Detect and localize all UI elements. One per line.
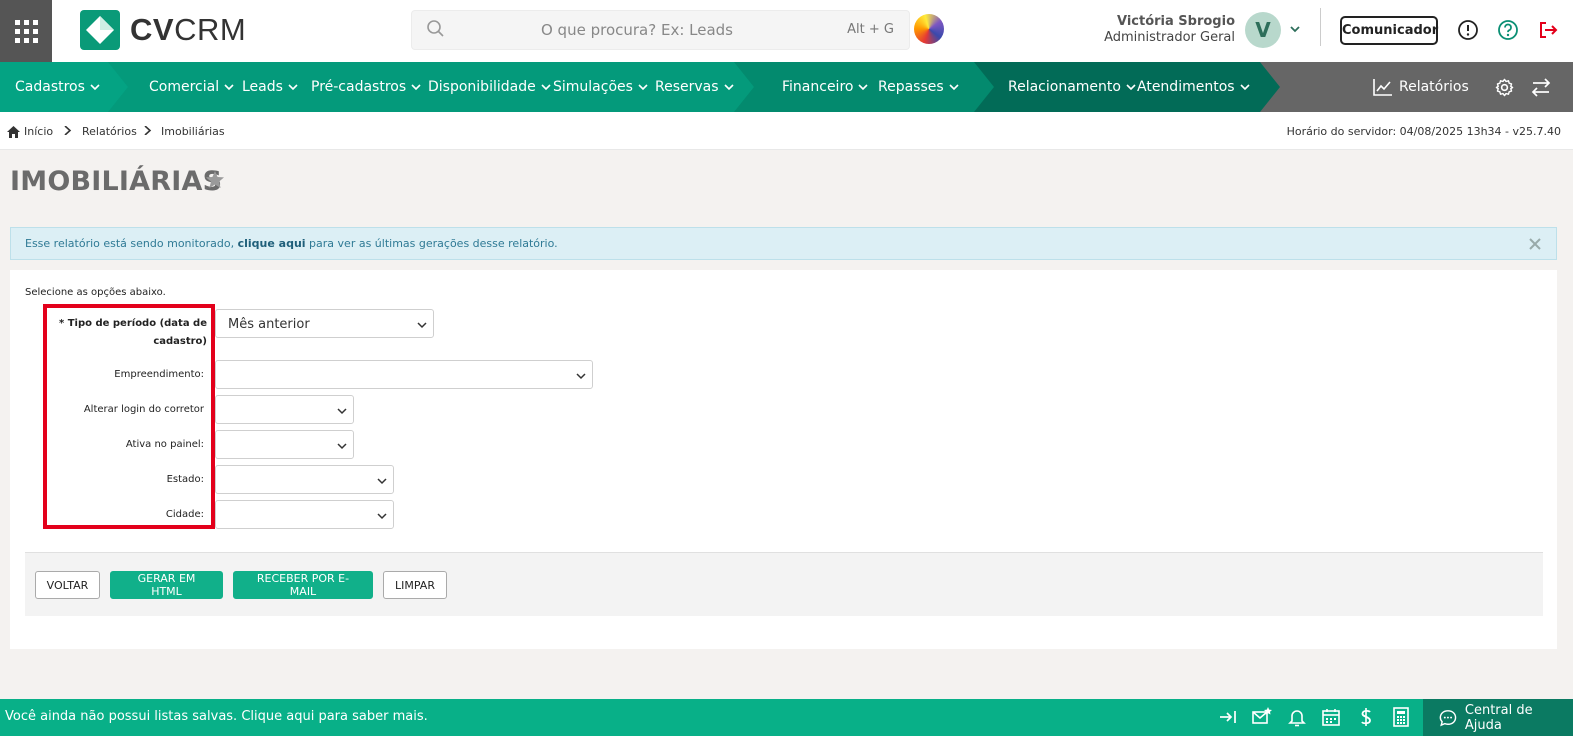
search-shortcut-hint: Alt + G	[847, 22, 894, 37]
send-email-button[interactable]: RECEBER POR E-MAIL	[233, 571, 373, 599]
favorite-star-icon[interactable]	[205, 170, 225, 190]
nav-item-leads[interactable]: Leads	[242, 62, 298, 112]
line-chart-icon	[1373, 79, 1392, 96]
info-icon[interactable]	[1457, 19, 1479, 41]
page-title: IMOBILIÁRIAS	[10, 166, 223, 197]
alert-link[interactable]: clique aqui	[238, 237, 306, 250]
logout-icon[interactable]	[1537, 19, 1559, 41]
help-center-button[interactable]: Central de Ajuda	[1423, 699, 1573, 736]
apps-grid-icon	[14, 19, 38, 43]
alert-text: Esse relatório está sendo monitorado, cl…	[25, 237, 558, 250]
breadcrumb-relatorios[interactable]: Relatórios	[82, 125, 137, 138]
logo-text: CVCRM	[130, 12, 247, 47]
nav-item-financeiro[interactable]: Financeiro	[782, 62, 869, 112]
avatar[interactable]: V	[1245, 12, 1281, 48]
nav-item-disponibilidade[interactable]: Disponibilidade	[428, 62, 551, 112]
dollar-icon[interactable]	[1356, 707, 1376, 727]
chevron-down-icon	[858, 84, 869, 91]
global-search[interactable]: Alt + G	[411, 10, 910, 50]
chevron-down-icon	[411, 84, 421, 91]
mail-star-icon[interactable]	[1252, 707, 1272, 727]
monitoring-alert: Esse relatório está sendo monitorado, cl…	[10, 227, 1557, 260]
chevron-down-icon	[377, 513, 387, 520]
home-icon	[7, 125, 20, 138]
chevron-right-icon	[64, 126, 72, 135]
logo-mark-icon	[80, 10, 120, 50]
nav-item-relacionamento[interactable]: Relacionamento	[1008, 62, 1136, 112]
back-button[interactable]: VOLTAR	[35, 571, 100, 599]
nav-item-comercial[interactable]: Comercial	[149, 62, 234, 112]
help-icon[interactable]	[1497, 19, 1519, 41]
breadcrumb: Início Relatórios Imobiliárias Horário d…	[0, 112, 1573, 150]
apps-menu-button[interactable]	[0, 0, 52, 62]
chevron-right-icon	[144, 126, 152, 135]
nav-item-reservas[interactable]: Reservas	[655, 62, 734, 112]
empreendimento-select[interactable]	[215, 360, 593, 389]
chevron-down-icon	[1126, 84, 1136, 91]
main-navbar: Cadastros Comercial Leads Pré-cadastros …	[0, 62, 1573, 112]
chat-bubble-icon	[1439, 709, 1457, 726]
nav-item-pre-cadastros[interactable]: Pré-cadastros	[311, 62, 421, 112]
saved-lists-message[interactable]: Você ainda não possui listas salvas. Cli…	[5, 709, 428, 724]
chevron-down-icon[interactable]	[1288, 22, 1302, 36]
chevron-down-icon	[337, 408, 347, 415]
nav-item-atendimentos[interactable]: Atendimentos	[1137, 62, 1250, 112]
breadcrumb-imobiliarias: Imobiliárias	[161, 125, 225, 138]
cidade-select[interactable]	[215, 500, 394, 529]
chevron-down-icon	[638, 84, 648, 91]
header-divider	[1320, 8, 1321, 46]
ativa-painel-select[interactable]	[215, 430, 354, 459]
top-bar: CVCRM Alt + G Victória Sbrogio Administr…	[0, 0, 1573, 62]
period-type-select[interactable]: Mês anterior	[215, 309, 434, 338]
chevron-down-icon	[90, 84, 100, 91]
chevron-down-icon	[576, 373, 586, 380]
calculator-icon[interactable]	[1391, 707, 1411, 727]
chevron-down-icon	[1239, 84, 1250, 91]
chevron-down-icon	[417, 322, 427, 329]
chevron-down-icon	[288, 84, 298, 91]
close-icon[interactable]	[1528, 237, 1542, 251]
labels-highlight-box	[43, 304, 215, 529]
user-name: Victória Sbrogio	[1116, 14, 1235, 29]
nav-item-simulacoes[interactable]: Simulações	[553, 62, 648, 112]
footer-bar: Você ainda não possui listas salvas. Cli…	[0, 699, 1573, 736]
calendar-icon[interactable]	[1321, 707, 1341, 727]
estado-select[interactable]	[215, 465, 394, 494]
server-time: Horário do servidor: 04/08/2025 13h34 - …	[1286, 125, 1561, 138]
ai-assistant-icon[interactable]	[914, 14, 944, 44]
gear-icon[interactable]	[1495, 78, 1514, 97]
form-hint: Selecione as opções abaixo.	[25, 287, 166, 298]
alterar-login-select[interactable]	[215, 395, 354, 424]
comunicador-button[interactable]: Comunicador	[1340, 16, 1438, 45]
search-input[interactable]	[452, 11, 822, 49]
cvcrm-logo[interactable]: CVCRM	[80, 10, 246, 50]
collapse-right-icon[interactable]	[1218, 707, 1238, 727]
chevron-down-icon	[337, 443, 347, 450]
clear-button[interactable]: LIMPAR	[383, 571, 447, 599]
nav-item-cadastros[interactable]: Cadastros	[15, 62, 100, 112]
chevron-down-icon	[723, 84, 734, 91]
chevron-down-icon	[377, 478, 387, 485]
form-actions: VOLTAR GERAR EM HTML RECEBER POR E-MAIL …	[25, 552, 1543, 616]
swap-arrows-icon[interactable]	[1531, 78, 1551, 97]
bell-icon[interactable]	[1287, 707, 1307, 727]
user-info[interactable]: Victória Sbrogio Administrador Geral	[1104, 14, 1235, 46]
breadcrumb-home[interactable]: Início	[7, 125, 53, 138]
nav-item-repasses[interactable]: Repasses	[878, 62, 959, 112]
chevron-down-icon	[949, 84, 959, 91]
chevron-down-icon	[224, 84, 234, 91]
report-filter-form: Selecione as opções abaixo. * Tipo de pe…	[10, 270, 1557, 649]
user-role: Administrador Geral	[1104, 30, 1235, 45]
search-icon	[427, 20, 444, 37]
generate-html-button[interactable]: GERAR EM HTML	[110, 571, 223, 599]
chevron-down-icon	[541, 84, 551, 91]
nav-item-relatorios[interactable]: Relatórios	[1373, 62, 1469, 112]
